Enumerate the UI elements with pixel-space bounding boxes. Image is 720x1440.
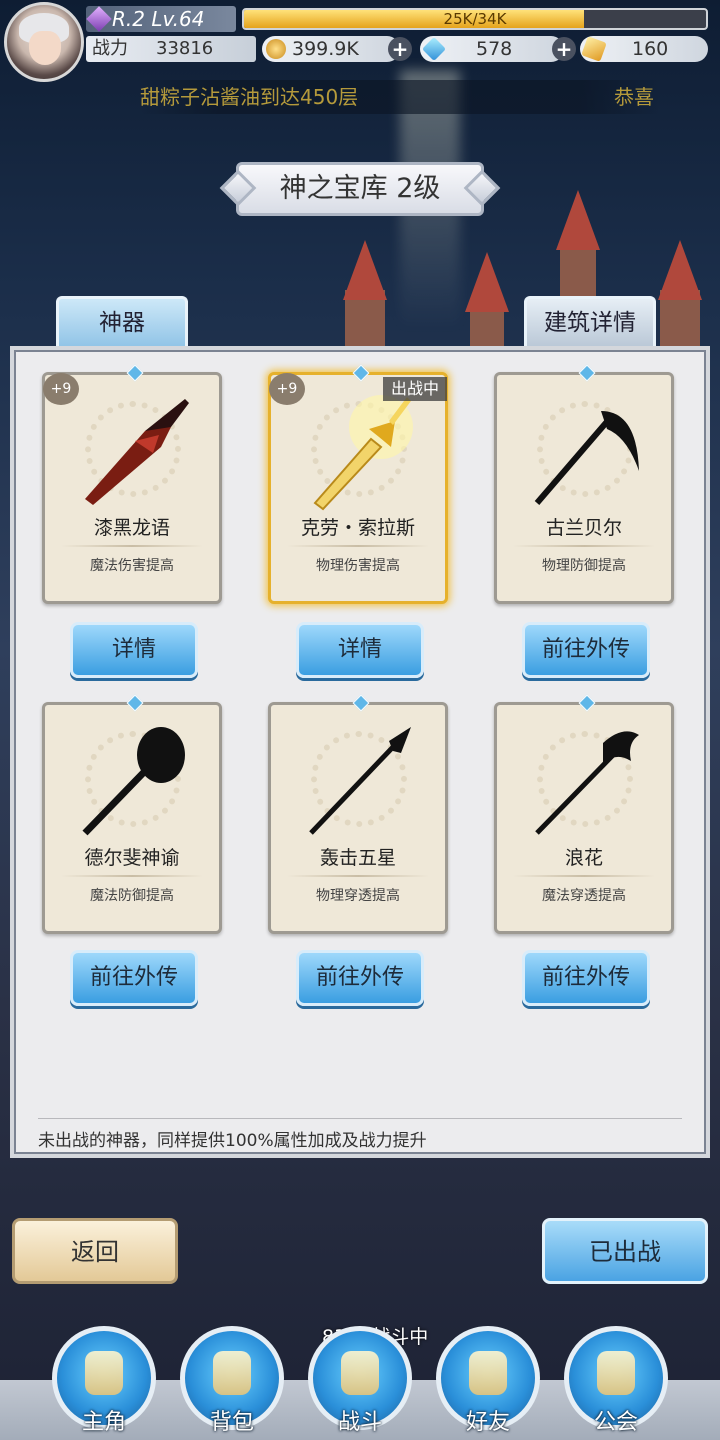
announcement-tail: 恭喜 (614, 85, 654, 109)
power-label: 战力 (92, 38, 128, 59)
nav-label: 战斗 (337, 1410, 382, 1435)
helmet-icon (85, 1351, 123, 1395)
card-gem-icon (126, 694, 144, 712)
artifact-card[interactable]: 古兰贝尔 物理防御提高 (494, 364, 674, 604)
enhance-badge: +9 (269, 373, 305, 405)
golden-sword-icon (313, 395, 413, 511)
rank-gem-icon (86, 6, 112, 32)
details-button[interactable]: 详情 (296, 622, 424, 678)
exp-bar: 25K/34K (242, 8, 708, 30)
dark-dagger-icon (85, 399, 189, 505)
artifact-effect: 物理穿透提高 (316, 888, 400, 904)
nav-label: 背包 (209, 1410, 254, 1435)
player-avatar[interactable] (4, 2, 84, 82)
go-to-side-story-button[interactable]: 前往外传 (522, 950, 650, 1006)
gold-currency: 399.9K + (262, 36, 412, 62)
artifact-card[interactable]: +9 出战中 克劳・索拉斯 物理伤害提高 (268, 364, 448, 604)
artifact-panel: +9 漆黑龙语 魔法伤害提高 详情 +9 出战中 克劳・索拉斯 物理伤害提高 详… (10, 346, 710, 1158)
mace-silhouette-icon (82, 727, 185, 836)
artifact-effect: 物理防御提高 (542, 558, 626, 574)
artifact-name: 浪花 (564, 847, 603, 869)
nav-label: 主角 (81, 1410, 126, 1435)
card-gem-icon (352, 694, 370, 712)
handshake-icon (469, 1351, 507, 1395)
artifact-name: 轰击五星 (319, 847, 396, 869)
rank-level: R.2 Lv.64 (86, 6, 236, 32)
back-button[interactable]: 返回 (12, 1218, 178, 1284)
go-to-side-story-button[interactable]: 前往外传 (522, 622, 650, 678)
artifact-card[interactable]: 浪花 魔法穿透提高 (494, 694, 674, 934)
scythe-silhouette-icon (534, 411, 639, 505)
gold-crystal-icon (581, 36, 607, 62)
go-to-side-story-button[interactable]: 前往外传 (70, 950, 198, 1006)
artifact-effect: 物理伤害提高 (316, 558, 400, 574)
crystal-currency: 160 (580, 36, 708, 62)
add-gold-button[interactable]: + (388, 37, 412, 61)
halberd-silhouette-icon (535, 731, 639, 835)
artifact-effect: 魔法伤害提高 (90, 558, 174, 574)
deployed-button[interactable]: 已出战 (542, 1218, 708, 1284)
add-diamond-button[interactable]: + (552, 37, 576, 61)
artifact-card[interactable]: 德尔斐神谕 魔法防御提高 (42, 694, 222, 934)
power-value: 33816 (156, 38, 214, 59)
announcement-marquee: 甜粽子沾酱油到达450层 恭喜 (140, 80, 660, 114)
page-title: 神之宝库 2级 (236, 162, 484, 216)
artifact-name: 德尔斐神谕 (84, 847, 180, 869)
deployed-tag: 出战中 (382, 377, 447, 401)
artifact-card[interactable]: +9 漆黑龙语 魔法伤害提高 (42, 364, 222, 604)
combat-power: 战力 33816 (86, 36, 256, 62)
guild-crest-icon (597, 1351, 635, 1395)
nav-label: 公会 (593, 1410, 638, 1435)
card-gem-icon (126, 364, 144, 382)
nav-label: 好友 (465, 1410, 510, 1435)
diamond-currency: 578 + (420, 36, 576, 62)
artifact-name: 古兰贝尔 (545, 517, 622, 539)
enhance-badge: +9 (43, 373, 79, 405)
tab-artifacts[interactable]: 神器 (56, 296, 188, 348)
spear-silhouette-icon (309, 727, 411, 835)
tab-building-details[interactable]: 建筑详情 (524, 296, 656, 348)
status-bar: R.2 Lv.64 25K/34K 战力 33816 399.9K + 578 … (0, 0, 720, 64)
card-gem-icon (578, 694, 596, 712)
announcement-text: 甜粽子沾酱油到达450层 (140, 85, 359, 109)
backpack-icon (213, 1351, 251, 1395)
go-to-side-story-button[interactable]: 前往外传 (296, 950, 424, 1006)
artifact-effect: 魔法防御提高 (90, 888, 174, 904)
gold-coin-icon (266, 39, 286, 59)
artifact-card[interactable]: 轰击五星 物理穿透提高 (268, 694, 448, 934)
footer-note: 未出战的神器，同样提供100%属性加成及战力提升 (38, 1131, 427, 1151)
crossed-swords-icon (341, 1351, 379, 1395)
artifact-name: 克劳・索拉斯 (300, 517, 415, 539)
blue-diamond-icon (421, 36, 447, 62)
artifact-name: 漆黑龙语 (93, 517, 170, 539)
card-gem-icon (578, 364, 596, 382)
exp-text: 25K/34K (443, 10, 507, 28)
artifact-effect: 魔法穿透提高 (542, 888, 626, 904)
card-gem-icon (352, 364, 370, 382)
details-button[interactable]: 详情 (70, 622, 198, 678)
